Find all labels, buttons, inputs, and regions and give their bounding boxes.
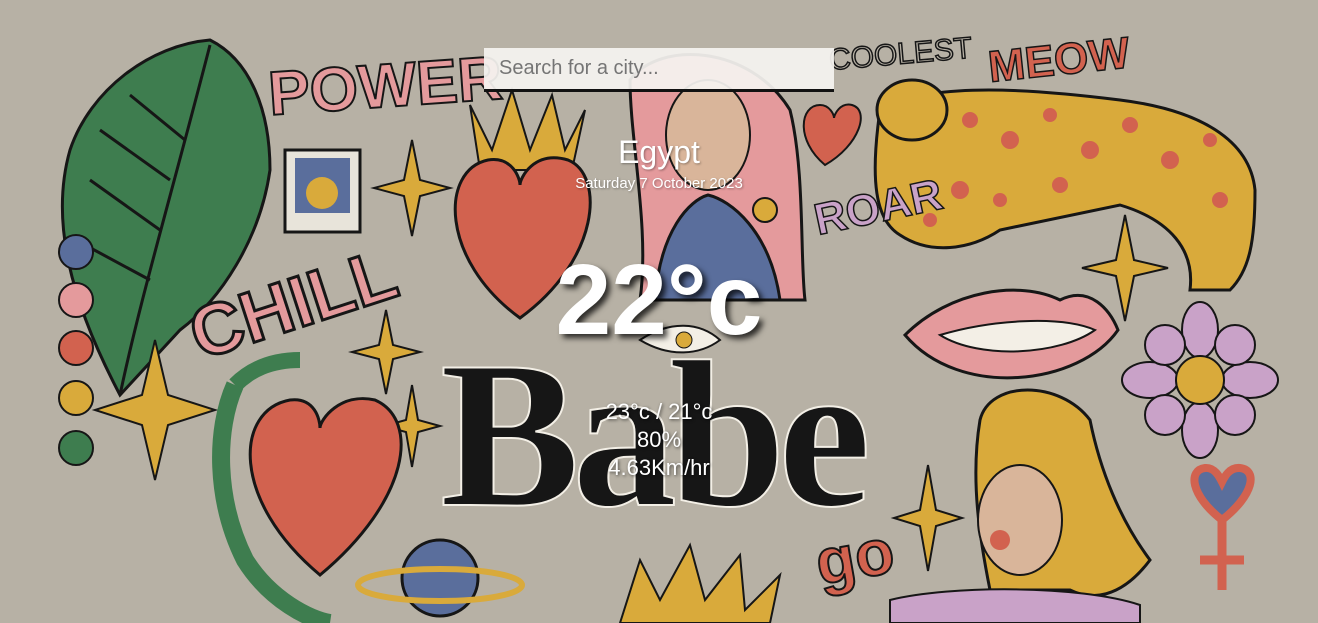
search-bar (484, 48, 834, 92)
temperature-range: 23°c / 21°c (605, 399, 713, 424)
city-name: Egypt (618, 134, 700, 170)
current-date: Saturday 7 October 2023 (575, 175, 743, 192)
humidity-value: 80% (636, 427, 682, 452)
wind-speed-value: 4.63Km/hr (608, 455, 710, 480)
search-input[interactable] (484, 48, 834, 89)
current-temperature: 22°c (555, 244, 763, 356)
svg-text:go: go (810, 514, 900, 598)
